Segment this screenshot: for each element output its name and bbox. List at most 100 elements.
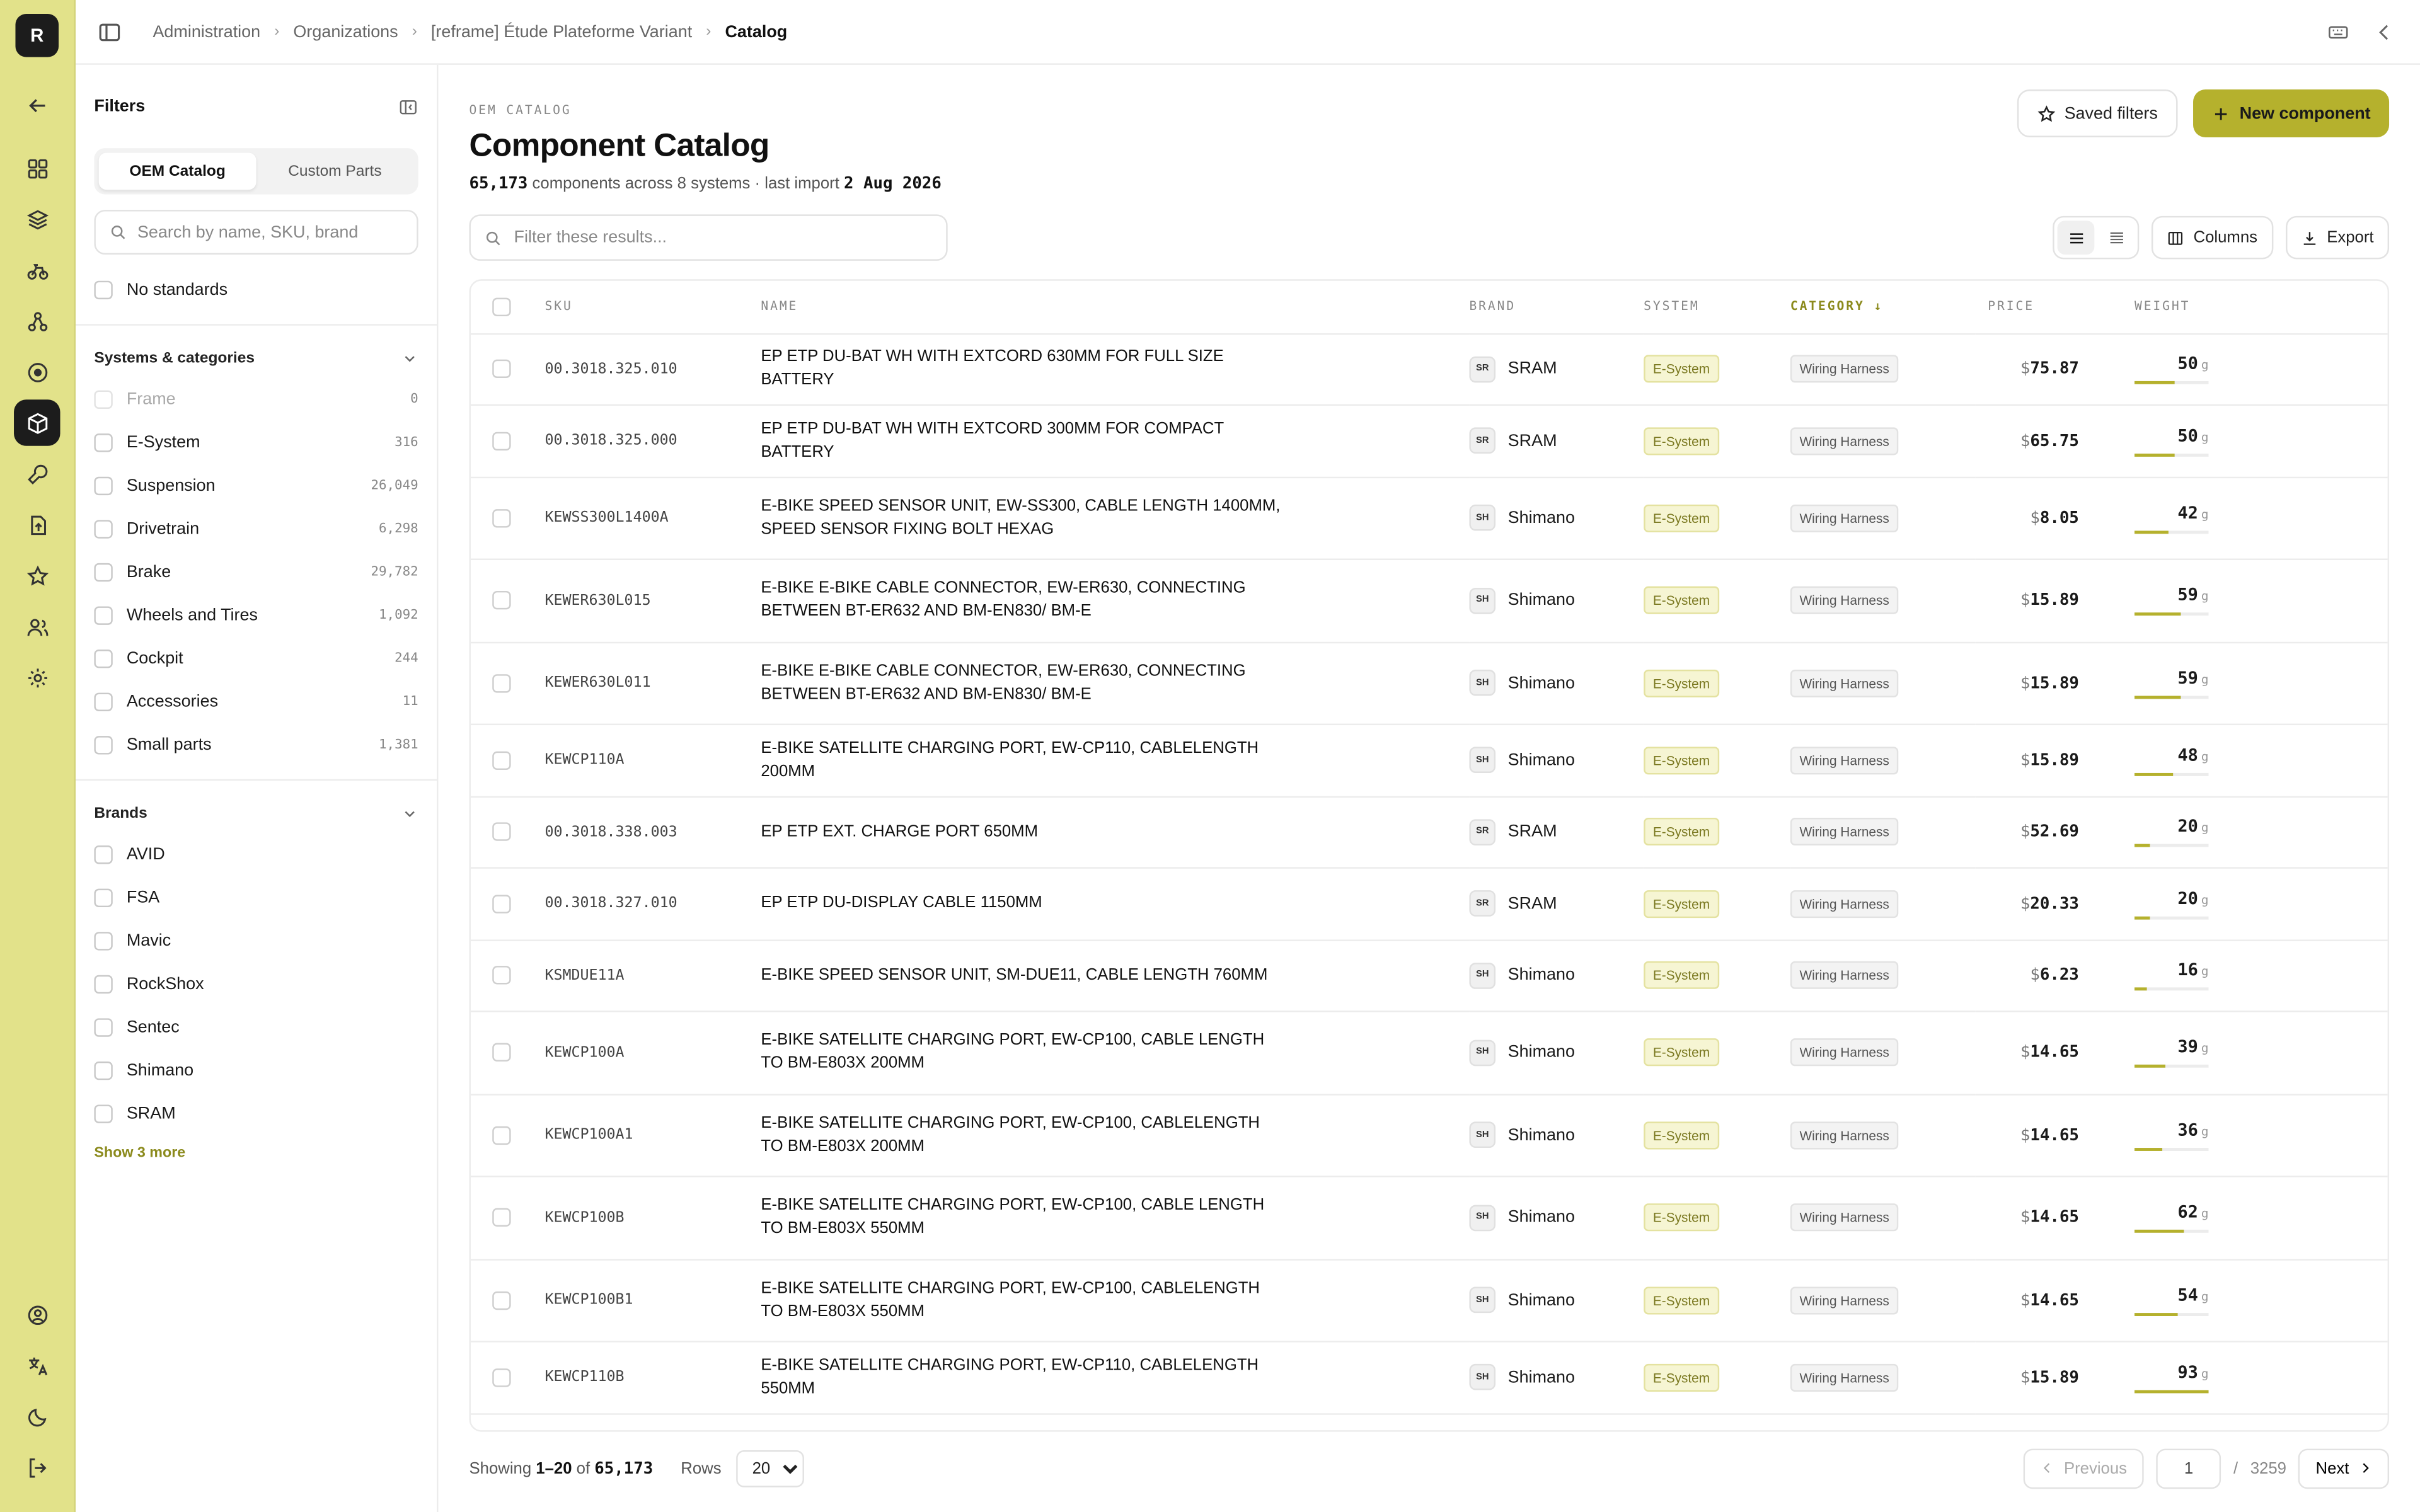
- checkbox[interactable]: [94, 650, 113, 668]
- results-filter-input[interactable]: [514, 228, 933, 247]
- checkbox[interactable]: [94, 975, 113, 994]
- grid-icon[interactable]: [14, 145, 60, 191]
- system-filter-option[interactable]: Wheels and Tires 1,092: [94, 594, 418, 638]
- row-checkbox[interactable]: [492, 894, 511, 914]
- tab-oem-catalog[interactable]: OEM Catalog: [98, 152, 256, 190]
- checkbox[interactable]: [94, 1061, 113, 1080]
- gear-icon[interactable]: [14, 654, 60, 700]
- breadcrumb-organizations[interactable]: Organizations: [293, 23, 398, 41]
- translate-icon[interactable]: [14, 1343, 60, 1389]
- sidebar-toggle-icon[interactable]: [97, 20, 122, 44]
- table-row[interactable]: KEWSS300L1400A E-BIKE SPEED SENSOR UNIT, …: [470, 477, 2388, 559]
- column-header-price[interactable]: PRICE: [1976, 281, 2135, 333]
- systems-section-header[interactable]: Systems & categories: [94, 338, 418, 378]
- next-page-button[interactable]: Next: [2298, 1448, 2390, 1489]
- product-name[interactable]: E-BIKE SATELLITE CHARGING PORT, EW-CP100…: [761, 1194, 1469, 1240]
- row-checkbox[interactable]: [492, 822, 511, 842]
- keyboard-icon[interactable]: [2327, 21, 2349, 42]
- brand-filter-option[interactable]: SRAM: [94, 1092, 418, 1136]
- checkbox[interactable]: [94, 845, 113, 864]
- back-icon[interactable]: [14, 82, 60, 128]
- columns-button[interactable]: Columns: [2152, 215, 2273, 260]
- filters-search-input[interactable]: [137, 222, 403, 242]
- table-row[interactable]: KEWER630L015 E-BIKE E-BIKE CABLE CONNECTO…: [470, 559, 2388, 642]
- checkbox[interactable]: [94, 1018, 113, 1037]
- product-name[interactable]: E-BIKE SATELLITE CHARGING PORT, EW-CP100…: [761, 1029, 1469, 1075]
- saved-filters-button[interactable]: Saved filters: [2016, 89, 2178, 137]
- column-header-brand[interactable]: BRAND: [1469, 281, 1644, 333]
- system-filter-option[interactable]: Suspension 26,049: [94, 464, 418, 508]
- system-filter-option[interactable]: Drivetrain 6,298: [94, 508, 418, 551]
- bike-icon[interactable]: [14, 247, 60, 293]
- product-name[interactable]: E-BIKE SATELLITE CHARGING PORT, EW-CP110…: [761, 1354, 1469, 1400]
- moon-icon[interactable]: [14, 1393, 60, 1439]
- breadcrumb-administration[interactable]: Administration: [153, 23, 260, 41]
- checkbox[interactable]: [94, 1104, 113, 1123]
- checkbox[interactable]: [94, 433, 113, 452]
- row-checkbox[interactable]: [492, 1208, 511, 1227]
- users-icon[interactable]: [14, 604, 60, 650]
- checkbox[interactable]: [94, 476, 113, 496]
- rows-per-page-select[interactable]: 20: [737, 1449, 805, 1487]
- new-component-button[interactable]: New component: [2193, 89, 2390, 137]
- upload-icon[interactable]: [14, 501, 60, 547]
- tab-custom-parts[interactable]: Custom Parts: [256, 152, 414, 190]
- column-header-name[interactable]: NAME: [761, 281, 1469, 333]
- box-icon[interactable]: [14, 399, 60, 446]
- brand-filter-option[interactable]: Sentec: [94, 1006, 418, 1050]
- row-checkbox[interactable]: [492, 432, 511, 450]
- product-name[interactable]: E-BIKE SATELLITE CHARGING PORT, EW-CP100…: [761, 1277, 1469, 1323]
- star-icon[interactable]: [14, 553, 60, 598]
- system-filter-option[interactable]: Small parts 1,381: [94, 724, 418, 767]
- compact-view-icon[interactable]: [2098, 220, 2135, 255]
- product-name[interactable]: E-BIKE SATELLITE CHARGING PORT, EW-CP100…: [761, 1112, 1469, 1158]
- row-checkbox[interactable]: [492, 1291, 511, 1310]
- system-filter-option[interactable]: Brake 29,782: [94, 551, 418, 594]
- no-standards-option[interactable]: No standards: [94, 268, 418, 312]
- checkbox[interactable]: [94, 280, 113, 300]
- checkbox[interactable]: [94, 563, 113, 582]
- row-checkbox[interactable]: [492, 673, 511, 692]
- layers-icon[interactable]: [14, 196, 60, 242]
- brand-filter-option[interactable]: RockShox: [94, 963, 418, 1006]
- row-checkbox[interactable]: [492, 966, 511, 985]
- checkbox[interactable]: [94, 606, 113, 625]
- column-header-sku[interactable]: SKU: [544, 281, 761, 333]
- column-header-category[interactable]: CATEGORY ↓: [1790, 281, 1976, 333]
- export-button[interactable]: Export: [2285, 215, 2390, 260]
- product-name[interactable]: EP ETP DU-BAT WH WITH EXTCORD 300MM FOR …: [761, 418, 1469, 464]
- table-row[interactable]: KEWCP100A1 E-BIKE SATELLITE CHARGING PORT…: [470, 1094, 2388, 1177]
- system-filter-option[interactable]: E-System 316: [94, 421, 418, 465]
- checkbox[interactable]: [94, 932, 113, 951]
- show-more-link[interactable]: Show 3 more: [94, 1145, 418, 1162]
- brands-section-header[interactable]: Brands: [94, 793, 418, 833]
- brand-filter-option[interactable]: Shimano: [94, 1049, 418, 1092]
- system-filter-option[interactable]: Accessories 11: [94, 680, 418, 724]
- target-icon[interactable]: [14, 348, 60, 394]
- table-row[interactable]: KEWCP100A E-BIKE SATELLITE CHARGING PORT,…: [470, 1011, 2388, 1094]
- product-name[interactable]: EP ETP DU-DISPLAY CABLE 1150MM: [761, 892, 1469, 915]
- product-name[interactable]: EP ETP DU-BAT WH WITH EXTCORD 630MM FOR …: [761, 346, 1469, 392]
- table-row[interactable]: KEWCP110B E-BIKE SATELLITE CHARGING PORT,…: [470, 1341, 2388, 1414]
- row-checkbox[interactable]: [492, 1043, 511, 1062]
- comfortable-view-icon[interactable]: [2058, 220, 2095, 255]
- select-all-checkbox[interactable]: [492, 297, 511, 316]
- collapse-panel-icon[interactable]: [398, 96, 418, 117]
- product-name[interactable]: E-BIKE E-BIKE CABLE CONNECTOR, EW-ER630,…: [761, 578, 1469, 624]
- table-row[interactable]: 00.3018.338.003 EP ETP EXT. CHARGE PORT 6…: [470, 796, 2388, 868]
- brand-filter-option[interactable]: FSA: [94, 876, 418, 920]
- chevron-left-icon[interactable]: [2374, 21, 2395, 42]
- row-checkbox[interactable]: [492, 508, 511, 527]
- row-checkbox[interactable]: [492, 751, 511, 770]
- breadcrumb-organization[interactable]: [reframe] Étude Plateforme Variant: [431, 23, 692, 41]
- product-name[interactable]: E-BIKE SPEED SENSOR UNIT, SM-DUE11, CABL…: [761, 964, 1469, 987]
- column-header-weight[interactable]: WEIGHT: [2135, 281, 2388, 333]
- column-header-system[interactable]: SYSTEM: [1644, 281, 1790, 333]
- row-checkbox[interactable]: [492, 1368, 511, 1387]
- table-row[interactable]: 00.3018.327.010 EP ETP DU-DISPLAY CABLE 1…: [470, 868, 2388, 940]
- product-name[interactable]: E-BIKE SPEED SENSOR UNIT, EW-SS300, CABL…: [761, 495, 1469, 541]
- table-row[interactable]: KEWCP110A E-BIKE SATELLITE CHARGING PORT,…: [470, 724, 2388, 796]
- checkbox[interactable]: [94, 520, 113, 539]
- product-name[interactable]: E-BIKE SATELLITE CHARGING PORT, EW-CP110…: [761, 737, 1469, 783]
- page-number-input[interactable]: [2156, 1448, 2221, 1489]
